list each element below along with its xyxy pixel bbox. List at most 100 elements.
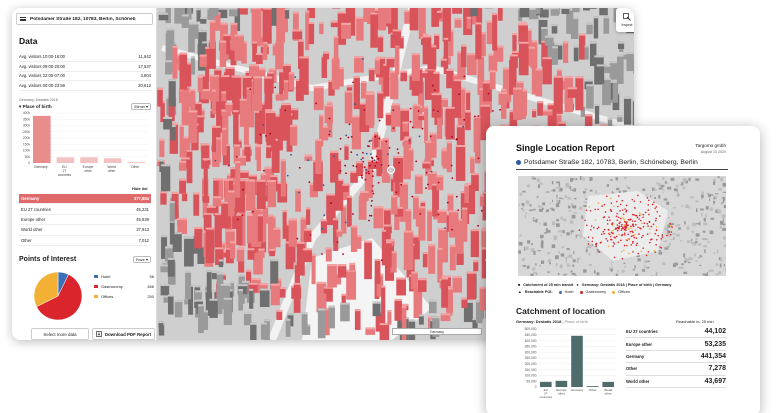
download-pdf-button[interactable]: Download PDF Report xyxy=(92,328,155,340)
building xyxy=(290,124,298,146)
poi-marker xyxy=(619,239,622,242)
poi-marker xyxy=(654,251,657,253)
building xyxy=(452,8,463,14)
building xyxy=(544,35,554,46)
building xyxy=(165,60,173,75)
poi-select[interactable]: Fave ▾ xyxy=(132,256,151,263)
poi-marker xyxy=(339,170,342,172)
poi-marker xyxy=(671,226,673,228)
poi-marker xyxy=(608,216,610,218)
y-tick-label: 0 xyxy=(28,161,30,165)
building xyxy=(583,8,590,11)
building xyxy=(167,294,174,315)
poi-marker xyxy=(635,223,637,226)
building xyxy=(586,84,594,109)
poi-marker xyxy=(451,177,454,180)
poi-marker xyxy=(353,103,356,105)
menu-icon[interactable] xyxy=(20,16,26,22)
poi-marker xyxy=(419,212,422,215)
building xyxy=(445,106,455,140)
poi-marker xyxy=(400,183,403,186)
building xyxy=(308,21,315,45)
building xyxy=(159,138,165,158)
hide-list-link[interactable]: Hide list xyxy=(132,186,148,191)
reachable-time: Reachable in: 25 min xyxy=(676,319,714,324)
building xyxy=(626,52,634,72)
map-scale-bar: Germany xyxy=(392,328,482,335)
building xyxy=(374,258,381,285)
building xyxy=(552,46,558,65)
building xyxy=(185,270,192,300)
building xyxy=(267,180,277,208)
select-more-data-button[interactable]: Select more data xyxy=(31,328,89,340)
building xyxy=(470,156,475,174)
poi-marker xyxy=(652,223,655,225)
poi-marker xyxy=(643,222,646,224)
building xyxy=(383,63,390,97)
poi-marker xyxy=(628,252,630,255)
building xyxy=(295,189,301,212)
poi-marker xyxy=(477,157,480,160)
poi-marker xyxy=(654,219,657,222)
building xyxy=(317,308,326,339)
building xyxy=(550,8,560,16)
poi-marker xyxy=(610,202,613,204)
building xyxy=(349,262,356,271)
poi-marker xyxy=(284,109,287,112)
poi-marker xyxy=(625,226,627,229)
poi-marker xyxy=(241,214,244,217)
poi-marker xyxy=(642,234,644,237)
poi-marker xyxy=(642,216,644,219)
building xyxy=(221,127,227,156)
poi-marker xyxy=(328,133,331,136)
table-row[interactable]: Europe other 45,839 xyxy=(19,215,151,226)
poi-marker xyxy=(385,140,388,143)
poi-marker xyxy=(360,158,363,161)
poi-marker xyxy=(624,232,626,235)
poi-marker xyxy=(228,164,230,167)
report-card: Single Location Report Targomo gmbh Augu… xyxy=(486,126,760,413)
table-row[interactable]: Other 7,012 xyxy=(19,236,151,246)
building xyxy=(411,53,420,81)
building xyxy=(551,24,558,34)
building xyxy=(402,121,409,132)
inspect-button[interactable]: Inspect xyxy=(616,8,634,32)
gastronomy-dot-icon xyxy=(579,290,583,294)
poi-marker xyxy=(411,195,414,198)
building xyxy=(492,13,498,51)
poi-marker xyxy=(646,222,649,225)
building xyxy=(225,102,233,112)
building xyxy=(584,45,589,60)
table-row[interactable]: World other 37,913 xyxy=(19,225,151,236)
search-input[interactable]: Potsdamer Straße 182, 10783, Berlin, Sch… xyxy=(30,17,136,22)
table-row[interactable]: Germany 377,884 xyxy=(19,194,151,205)
building xyxy=(436,175,444,191)
poi-marker xyxy=(480,209,483,212)
building xyxy=(265,111,276,142)
poi-marker xyxy=(617,216,620,219)
building xyxy=(283,80,289,100)
building xyxy=(251,8,262,46)
hotel-dot-icon xyxy=(558,290,562,294)
visits-list: Avg. visitors 10:00-16:00 11,642 Avg. vi… xyxy=(19,52,151,92)
poi-marker xyxy=(634,214,637,217)
y-tick-label: 300k xyxy=(23,124,31,128)
building xyxy=(212,196,222,207)
poi-marker xyxy=(345,134,348,137)
poi-marker xyxy=(371,170,374,173)
building xyxy=(333,36,339,73)
building xyxy=(466,16,472,29)
building xyxy=(392,29,402,46)
poi-marker xyxy=(616,229,619,232)
table-row[interactable]: EU 27 countries 45,231 xyxy=(19,204,151,215)
address-search[interactable]: Potsdamer Straße 182, 10783, Berlin, Sch… xyxy=(16,13,153,25)
bar xyxy=(103,158,122,163)
poi-marker xyxy=(631,198,634,201)
poi-marker xyxy=(214,159,217,162)
poi-marker xyxy=(599,242,602,244)
poi-marker xyxy=(621,223,623,226)
building xyxy=(285,318,291,337)
building xyxy=(198,304,204,334)
poi-marker xyxy=(437,110,439,113)
poi-marker xyxy=(371,190,374,192)
